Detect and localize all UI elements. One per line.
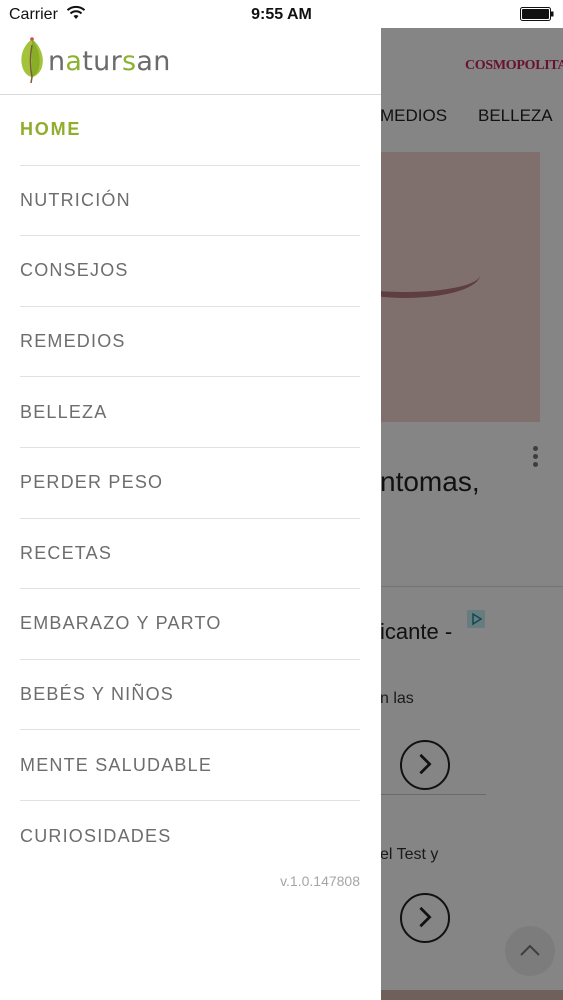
menu-item-bebes-y-ninos[interactable]: BEBÉS Y NIÑOS (20, 660, 360, 731)
menu-item-embarazo-y-parto[interactable]: EMBARAZO Y PARTO (20, 589, 360, 660)
menu-item-curiosidades[interactable]: CURIOSIDADES (20, 801, 360, 872)
drawer-menu: HOME NUTRICIÓN CONSEJOS REMEDIOS BELLEZA… (20, 95, 360, 872)
natursan-logo[interactable]: natursan (18, 36, 171, 86)
menu-item-nutricion[interactable]: NUTRICIÓN (20, 166, 360, 237)
natursan-wordmark: natursan (48, 45, 171, 77)
menu-item-consejos[interactable]: CONSEJOS (20, 236, 360, 307)
status-bar: Carrier 9:55 AM (0, 0, 563, 28)
menu-item-remedios[interactable]: REMEDIOS (20, 307, 360, 378)
drawer-header: natursan (0, 28, 381, 95)
clock: 9:55 AM (251, 6, 312, 23)
app-version: v.1.0.147808 (280, 873, 360, 889)
menu-item-mente-saludable[interactable]: MENTE SALUDABLE (20, 730, 360, 801)
battery-icon (520, 7, 554, 21)
menu-item-recetas[interactable]: RECETAS (20, 519, 360, 590)
navigation-drawer: natursan HOME NUTRICIÓN CONSEJOS REMEDIO… (0, 28, 381, 1000)
menu-item-belleza[interactable]: BELLEZA (20, 377, 360, 448)
menu-item-home[interactable]: HOME (20, 95, 360, 166)
leaf-icon (21, 37, 43, 84)
menu-item-perder-peso[interactable]: PERDER PESO (20, 448, 360, 519)
